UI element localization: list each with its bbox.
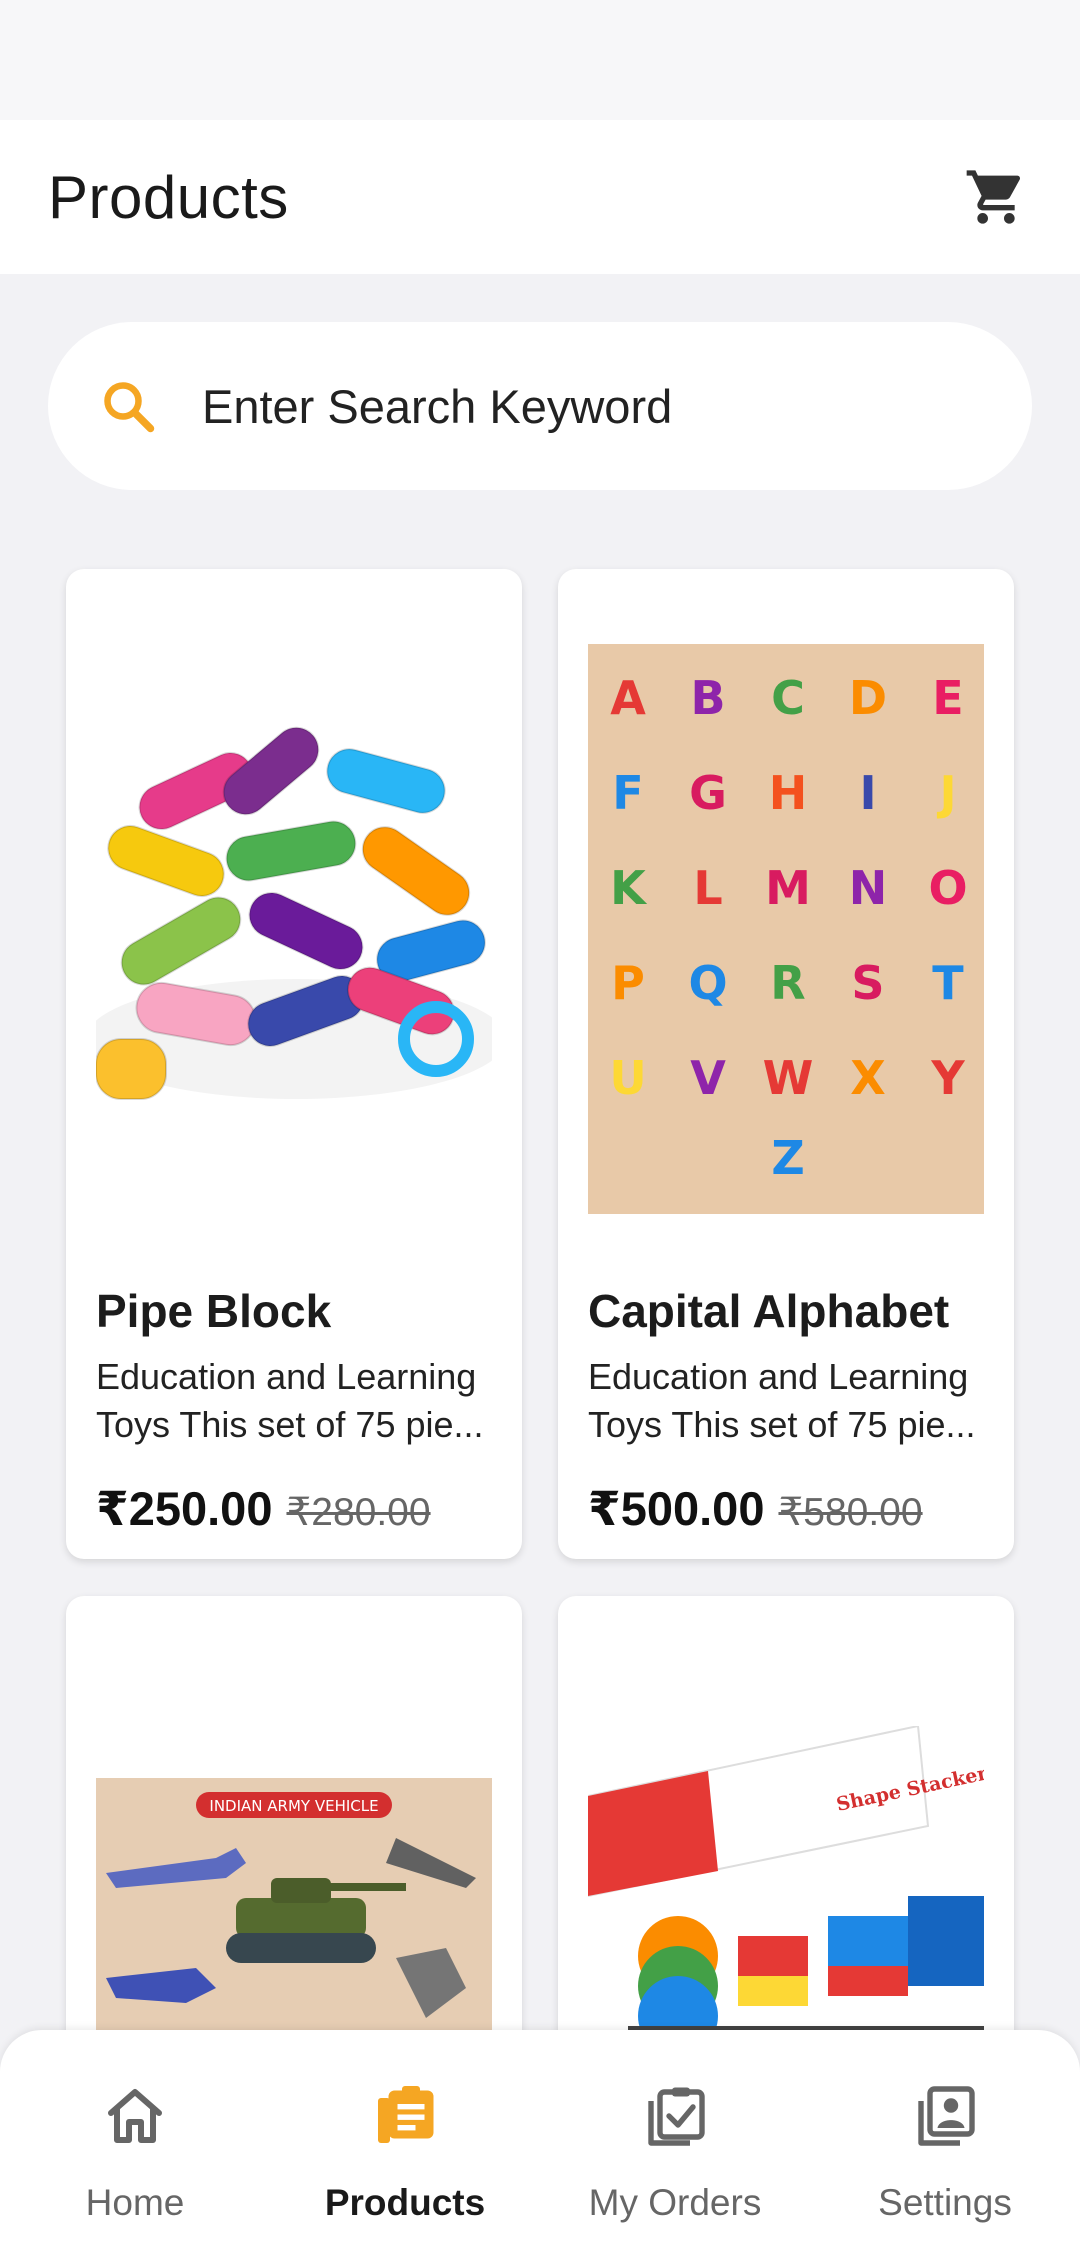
nav-item-settings[interactable]: Settings (810, 2030, 1080, 2265)
svg-text:M: M (765, 861, 811, 915)
cart-icon (966, 170, 1021, 224)
image-label: INDIAN ARMY VEHICLE (209, 1797, 378, 1815)
svg-text:L: L (693, 861, 722, 915)
product-image-capital-alphabet: A B C D E F G H I J K L M N O P Q R S T (588, 644, 984, 1214)
svg-text:Y: Y (930, 1051, 965, 1105)
product-description-line: Education and Learning (96, 1356, 477, 1397)
svg-text:B: B (690, 671, 725, 725)
bottom-navigation: Home Products My Orders Settings (0, 2030, 1080, 2265)
product-image-shape-stacker: Shape Stacker (588, 1726, 984, 2076)
product-original-price: ₹580.00 (778, 1491, 923, 1534)
product-name: Capital Alphabet (588, 1285, 950, 1337)
product-price: ₹250.00 (96, 1482, 273, 1535)
svg-text:P: P (611, 956, 645, 1010)
price-row: ₹500.00 ₹580.00 (588, 1481, 923, 1537)
svg-text:C: C (771, 671, 805, 725)
svg-text:E: E (932, 671, 963, 725)
svg-text:N: N (849, 861, 888, 915)
svg-text:Z: Z (771, 1131, 804, 1185)
products-icon (378, 2086, 434, 2143)
nav-label: Products (324, 2182, 486, 2223)
svg-text:T: T (932, 956, 964, 1010)
nav-item-my-orders[interactable]: My Orders (540, 2030, 810, 2265)
product-card[interactable]: A B C D E F G H I J K L M N O P Q R S T (558, 569, 1014, 1559)
svg-text:D: D (849, 671, 887, 725)
nav-label: Settings (878, 2182, 1012, 2223)
settings-icon (918, 2086, 975, 2146)
price-row: ₹250.00 ₹280.00 (96, 1481, 431, 1537)
product-description-line: Education and Learning (588, 1356, 969, 1397)
product-image-pipe-block (96, 709, 492, 1149)
svg-text:I: I (859, 766, 876, 820)
svg-text:R: R (770, 956, 805, 1010)
svg-text:J: J (936, 766, 956, 820)
product-description-line: Toys This set of 75 pie... (588, 1404, 976, 1445)
product-description-line: Toys This set of 75 pie... (96, 1404, 484, 1445)
product-price: ₹500.00 (588, 1482, 765, 1535)
nav-item-home[interactable]: Home (0, 2030, 270, 2265)
product-name: Pipe Block (96, 1285, 332, 1337)
nav-item-products[interactable]: Products (270, 2030, 540, 2265)
nav-label: Home (85, 2182, 185, 2223)
search-icon (96, 374, 160, 438)
svg-text:O: O (928, 861, 967, 915)
product-card[interactable]: INDIAN ARMY VEHICLE (66, 1596, 522, 2096)
product-original-price: ₹280.00 (286, 1491, 431, 1534)
search-bar[interactable] (48, 322, 1032, 490)
page-title: Products (48, 163, 289, 231)
app-bar: Products (0, 120, 1080, 274)
status-bar (0, 0, 1080, 120)
home-icon (108, 2089, 162, 2143)
svg-text:F: F (612, 766, 643, 820)
svg-text:V: V (690, 1051, 726, 1105)
svg-text:W: W (763, 1051, 814, 1105)
product-card[interactable]: Pipe Block Education and Learning Toys T… (66, 569, 522, 1559)
orders-icon (648, 2087, 705, 2146)
product-card[interactable]: Shape Stacker (558, 1596, 1014, 2096)
cart-button[interactable] (960, 161, 1032, 233)
search-input[interactable] (202, 378, 962, 434)
svg-text:S: S (851, 956, 884, 1010)
svg-text:U: U (609, 1051, 646, 1105)
svg-text:G: G (689, 766, 727, 820)
svg-text:Q: Q (688, 956, 727, 1010)
svg-text:H: H (769, 766, 808, 820)
product-description: Education and Learning Toys This set of … (96, 1353, 496, 1449)
svg-text:K: K (610, 861, 648, 915)
svg-text:A: A (610, 671, 646, 725)
nav-label: My Orders (588, 2182, 762, 2223)
svg-text:X: X (850, 1051, 885, 1105)
product-description: Education and Learning Toys This set of … (588, 1353, 988, 1449)
